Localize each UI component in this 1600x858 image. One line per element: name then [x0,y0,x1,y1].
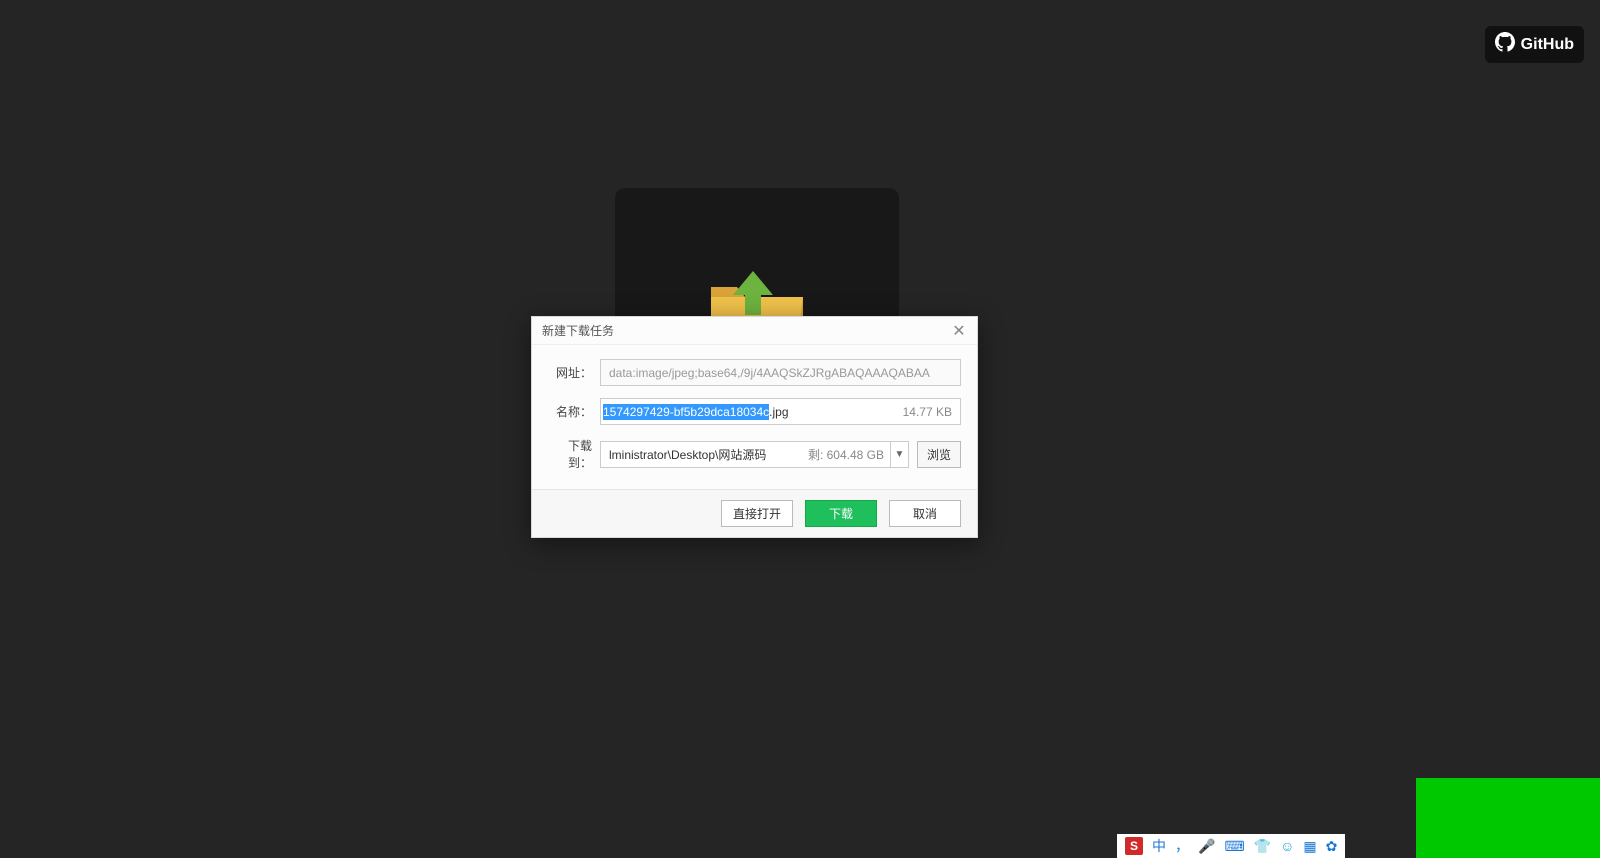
path-input[interactable] [601,442,802,467]
name-input-wrap[interactable]: 1574297429-bf5b29dca18034c.jpg 14.77 KB [600,398,961,425]
download-button[interactable]: 下载 [805,500,877,527]
microphone-icon[interactable]: 🎤 [1198,838,1215,855]
bottom-right-panel [1416,778,1600,858]
skin-icon[interactable]: 👕 [1254,838,1271,855]
path-dropdown-button[interactable]: ▼ [890,442,908,467]
toolbox-icon[interactable]: ▦ [1303,838,1316,855]
ime-logo-icon[interactable]: S [1125,837,1143,855]
open-directly-button[interactable]: 直接打开 [721,500,793,527]
keyboard-icon[interactable]: ⌨ [1224,838,1244,855]
ime-toolbar: S 中 ， 🎤 ⌨ 👕 ☺ ▦ ✿ [1117,834,1345,858]
settings-icon[interactable]: ✿ [1326,838,1338,855]
github-icon [1495,32,1515,57]
ime-punct-toggle[interactable]: ， [1175,836,1189,856]
name-selected-text: 1574297429-bf5b29dca18034c [603,404,769,420]
dialog-titlebar: 新建下载任务 ✕ [532,317,977,345]
github-label: GitHub [1521,36,1574,54]
name-ext: .jpg [769,405,788,419]
path-label: 下载到： [548,437,600,471]
browse-button[interactable]: 浏览 [917,441,961,468]
download-dialog: 新建下载任务 ✕ 网址： 名称： 1574297429-bf5b29dca180… [531,316,978,538]
name-label: 名称： [548,403,600,420]
url-input[interactable] [600,359,961,386]
cancel-button[interactable]: 取消 [889,500,961,527]
free-space: 剩: 604.48 GB [802,442,890,467]
emoji-icon[interactable]: ☺ [1280,838,1294,854]
dialog-title: 新建下载任务 [542,322,614,339]
github-link[interactable]: GitHub [1485,26,1584,63]
file-size: 14.77 KB [895,405,960,419]
ime-language-toggle[interactable]: 中 [1152,836,1166,856]
url-label: 网址： [548,364,600,381]
close-icon[interactable]: ✕ [949,321,969,341]
